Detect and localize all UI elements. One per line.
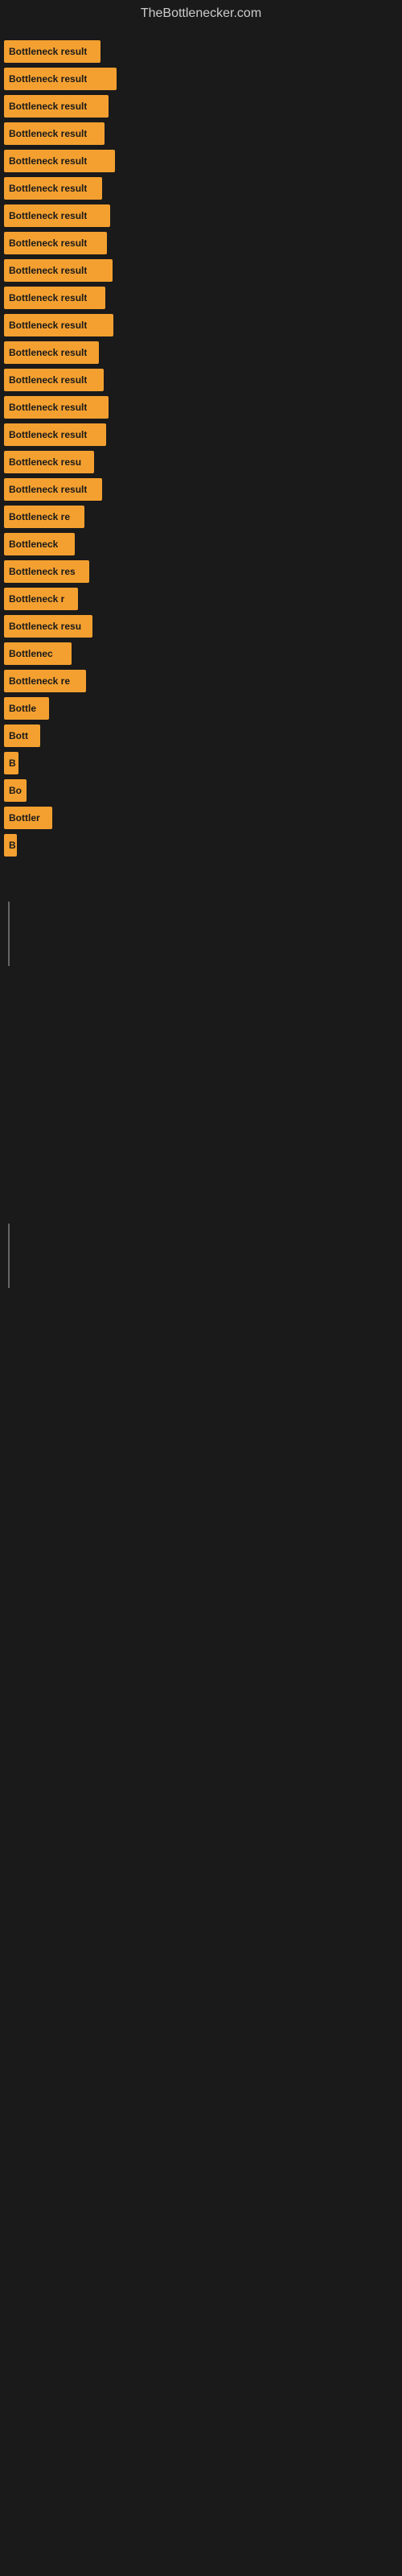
bar-label: Bottleneck result (9, 402, 87, 413)
vertical-line-1 (8, 902, 10, 966)
bottleneck-bar: Bottleneck re (4, 506, 84, 528)
bar-label: Bottleneck result (9, 183, 87, 194)
bottleneck-bar: Bottleneck result (4, 122, 105, 145)
bar-row: Bottleneck re (0, 670, 402, 692)
bottleneck-bar: Bottleneck result (4, 40, 100, 63)
bar-row: Bottleneck result (0, 423, 402, 446)
bar-label: Bottleneck result (9, 374, 87, 386)
bar-label: Bott (9, 730, 28, 741)
bottleneck-bar: Bottleneck result (4, 68, 117, 90)
bar-label: Bottler (9, 812, 40, 824)
bar-row: Bottleneck result (0, 314, 402, 336)
bottleneck-bar: Bottleneck result (4, 396, 109, 419)
bottleneck-bar: Bottleneck result (4, 204, 110, 227)
bottleneck-bar: B (4, 834, 17, 857)
bottleneck-bar: Bottleneck r (4, 588, 78, 610)
site-title: TheBottlenecker.com (0, 0, 402, 27)
bottleneck-bar: Bottle (4, 697, 49, 720)
bar-label: Bottleneck result (9, 73, 87, 85)
bar-row: Bott (0, 724, 402, 747)
bar-label: B (9, 840, 16, 851)
bar-label: Bottle (9, 703, 36, 714)
bar-row: Bottleneck result (0, 122, 402, 145)
bar-label: Bottleneck result (9, 46, 87, 57)
bar-row: Bottleneck result (0, 369, 402, 391)
bar-label: Bottleneck resu (9, 621, 81, 632)
bar-label: Bottleneck resu (9, 456, 81, 468)
bar-label: Bottleneck result (9, 265, 87, 276)
vertical-line-2 (8, 1224, 10, 1288)
bar-label: Bottleneck result (9, 429, 87, 440)
bar-label: Bo (9, 785, 22, 796)
bottleneck-bar: Bott (4, 724, 40, 747)
bar-label: Bottleneck result (9, 210, 87, 221)
bar-row: Bo (0, 779, 402, 802)
bar-row: Bottleneck result (0, 341, 402, 364)
bar-label: Bottleneck result (9, 237, 87, 249)
bar-row: Bottleneck result (0, 95, 402, 118)
bottleneck-bar: Bottleneck result (4, 287, 105, 309)
bar-label: Bottlenec (9, 648, 53, 659)
bar-label: Bottleneck re (9, 675, 70, 687)
bar-row: Bottleneck result (0, 396, 402, 419)
bars-container: Bottleneck result Bottleneck result Bottle… (0, 27, 402, 1513)
bottleneck-bar: Bottleneck result (4, 341, 99, 364)
bottleneck-bar: Bottleneck result (4, 369, 104, 391)
bar-row: Bottle (0, 697, 402, 720)
bottleneck-bar: Bottleneck resu (4, 615, 92, 638)
bar-label: Bottleneck (9, 539, 58, 550)
bar-row: Bottleneck result (0, 40, 402, 63)
spacer-2 (0, 1183, 402, 1505)
bar-label: Bottleneck result (9, 320, 87, 331)
bottleneck-bar: Bottleneck result (4, 314, 113, 336)
bottleneck-bar: Bottler (4, 807, 52, 829)
bar-row: Bottleneck res (0, 560, 402, 583)
bar-row: Bottleneck result (0, 177, 402, 200)
bar-label: B (9, 758, 16, 769)
bar-row: Bottleneck result (0, 259, 402, 282)
bar-label: Bottleneck res (9, 566, 76, 577)
bar-row: Bottleneck resu (0, 451, 402, 473)
bottleneck-bar: Bottleneck result (4, 95, 109, 118)
bar-label: Bottleneck re (9, 511, 70, 522)
site-title-text: TheBottlenecker.com (141, 6, 261, 20)
bar-row: Bottleneck r (0, 588, 402, 610)
bottleneck-bar: Bottleneck result (4, 150, 115, 172)
bottleneck-bar: Bottleneck result (4, 478, 102, 501)
bar-row: Bottlenec (0, 642, 402, 665)
bar-label: Bottleneck result (9, 292, 87, 303)
bar-row: Bottleneck result (0, 68, 402, 90)
bar-row: Bottleneck result (0, 287, 402, 309)
bar-row: Bottleneck (0, 533, 402, 555)
bar-row: Bottleneck result (0, 204, 402, 227)
bottleneck-bar: Bottleneck result (4, 259, 113, 282)
bottleneck-bar: Bottleneck result (4, 177, 102, 200)
bottleneck-bar: Bottleneck result (4, 423, 106, 446)
bar-label: Bottleneck result (9, 128, 87, 139)
bar-row: Bottleneck re (0, 506, 402, 528)
bar-row: Bottleneck result (0, 478, 402, 501)
bar-row: B (0, 752, 402, 774)
bottleneck-bar: Bottlenec (4, 642, 72, 665)
bar-row: Bottleneck resu (0, 615, 402, 638)
bar-label: Bottleneck result (9, 101, 87, 112)
bar-label: Bottleneck r (9, 593, 64, 605)
bottleneck-bar: Bottleneck result (4, 232, 107, 254)
bottleneck-bar: Bottleneck re (4, 670, 86, 692)
bottleneck-bar: Bottleneck (4, 533, 75, 555)
bar-row: B (0, 834, 402, 857)
bottleneck-bar: Bottleneck res (4, 560, 89, 583)
bottleneck-bar: Bo (4, 779, 27, 802)
spacer-1 (0, 861, 402, 1183)
bottleneck-bar: B (4, 752, 18, 774)
bar-label: Bottleneck result (9, 155, 87, 167)
bar-row: Bottleneck result (0, 232, 402, 254)
bar-label: Bottleneck result (9, 347, 87, 358)
bar-label: Bottleneck result (9, 484, 87, 495)
bar-row: Bottleneck result (0, 150, 402, 172)
bar-row: Bottler (0, 807, 402, 829)
bottleneck-bar: Bottleneck resu (4, 451, 94, 473)
